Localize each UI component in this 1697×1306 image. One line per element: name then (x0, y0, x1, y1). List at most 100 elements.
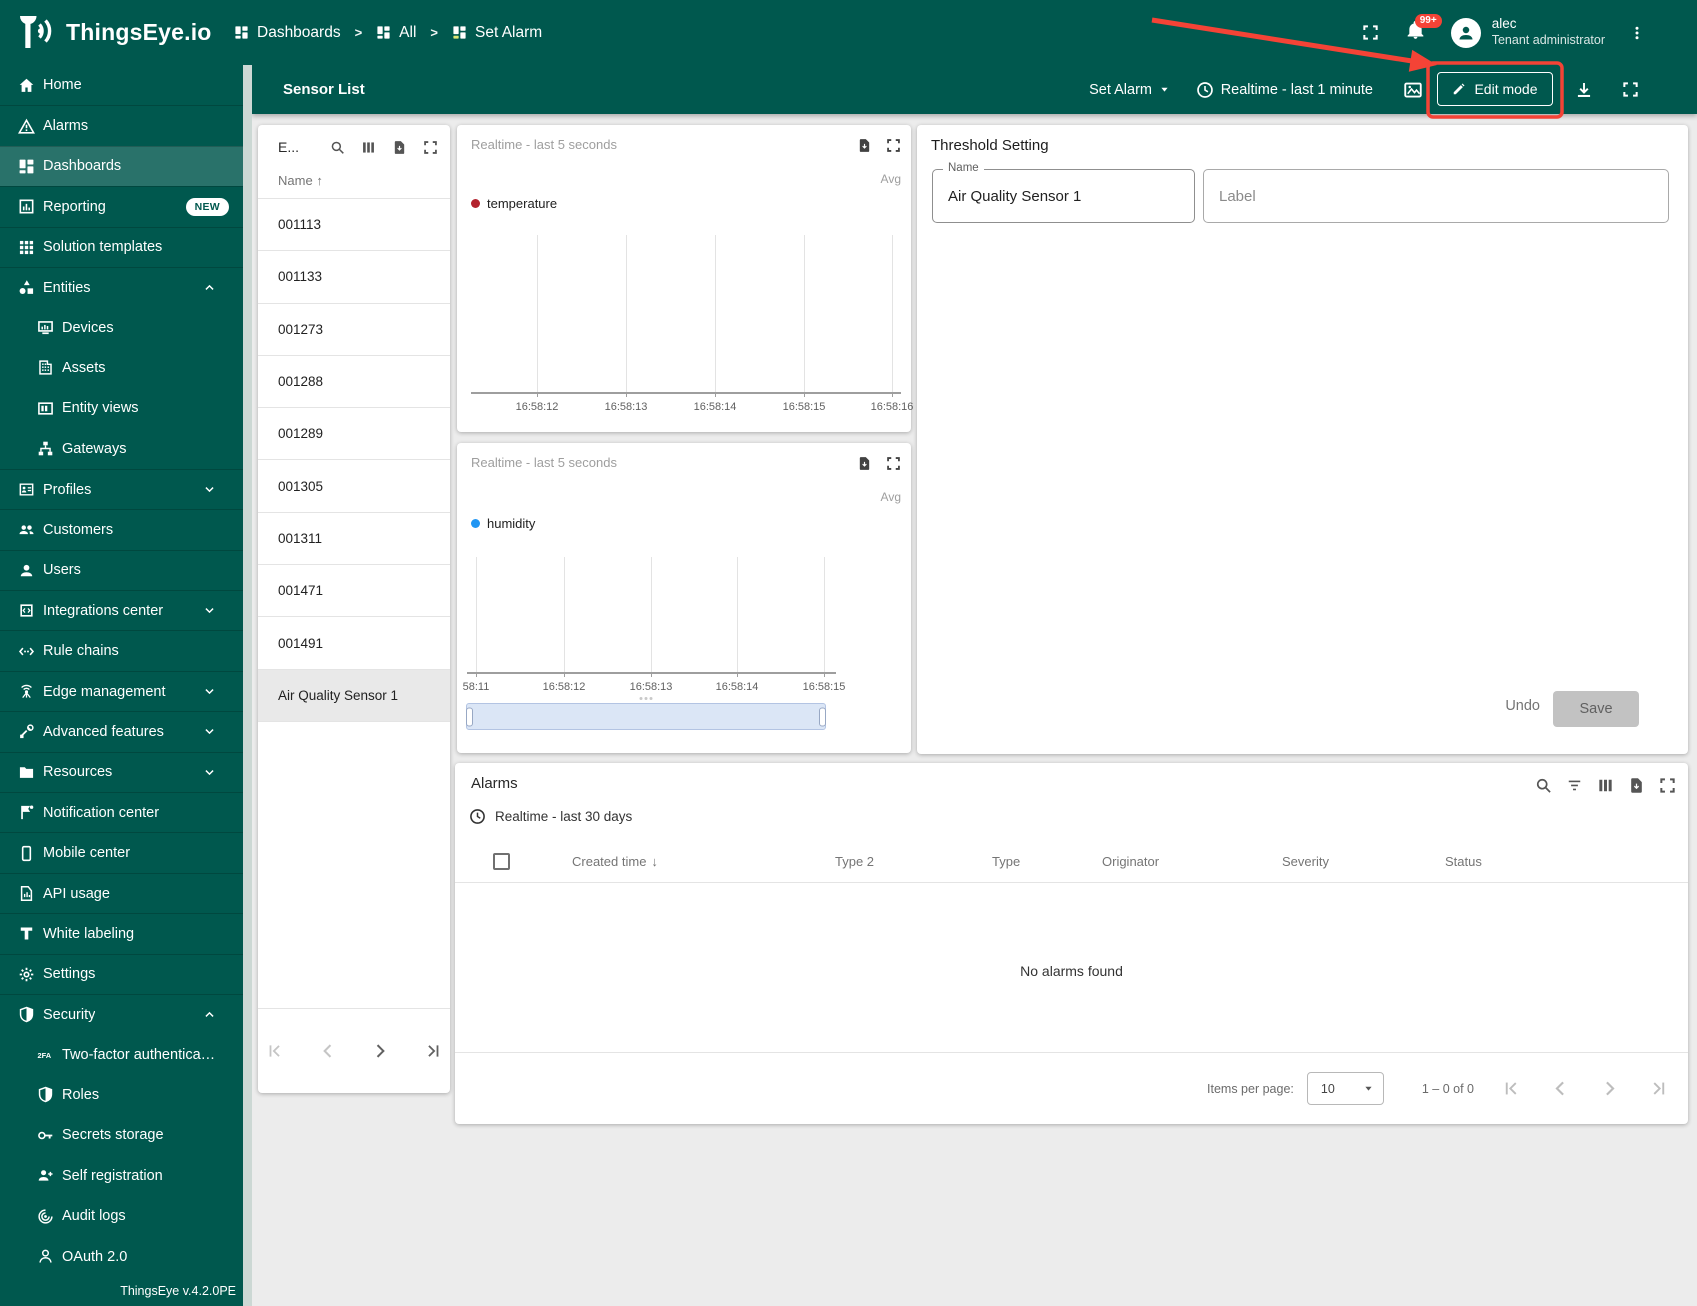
name-field[interactable]: Name Air Quality Sensor 1 (932, 162, 1195, 223)
sidebar-item-white-labeling[interactable]: White labeling (0, 913, 243, 953)
entity-row-selected[interactable]: Air Quality Sensor 1 (258, 669, 450, 722)
legend-humidity[interactable]: humidity (471, 516, 535, 531)
sidebar-item-mobile-center[interactable]: Mobile center (0, 832, 243, 872)
name-column-header[interactable]: Name ↑ (258, 165, 450, 199)
fullscreen-icon[interactable] (423, 140, 438, 155)
user-menu[interactable]: alec Tenant administrator (1492, 16, 1605, 49)
label-field-placeholder: Label (1219, 187, 1256, 205)
entity-row[interactable]: 001471 (258, 565, 450, 618)
sidebar-item-alarms[interactable]: Alarms (0, 105, 243, 145)
sidebar-item-audit-logs[interactable]: Audit logs (0, 1196, 243, 1236)
sidebar-item-users[interactable]: Users (0, 549, 243, 590)
sidebar-item-settings[interactable]: Settings (0, 953, 243, 994)
sidebar-item-home[interactable]: Home (0, 65, 243, 105)
timewindow-button[interactable]: Realtime - last 1 minute (1196, 81, 1373, 99)
fullscreen-icon[interactable] (886, 138, 901, 153)
alarms-timewindow-button[interactable]: Realtime - last 30 days (469, 808, 632, 825)
legend-temperature[interactable]: temperature (471, 196, 557, 211)
sidebar-item-self-registration[interactable]: Self registration (0, 1156, 243, 1196)
prev-page-icon[interactable] (1551, 1079, 1570, 1098)
sidebar-item-notification-center[interactable]: Notification center (0, 792, 243, 832)
toolbar-fullscreen-button[interactable] (1622, 81, 1639, 98)
entity-row[interactable]: 001305 (258, 460, 450, 513)
export-file-icon[interactable] (1628, 777, 1645, 794)
breadcrumb-dashboards[interactable]: Dashboards (234, 24, 341, 42)
sidebar-item-roles[interactable]: Roles (0, 1075, 243, 1115)
column-header-originator[interactable]: Originator (1102, 854, 1159, 869)
avatar[interactable] (1450, 17, 1481, 48)
fullscreen-icon[interactable] (1659, 777, 1676, 794)
sidebar-item-rule-chains[interactable]: Rule chains (0, 630, 243, 670)
sidebar-item-integrations-center[interactable]: Integrations center (0, 590, 243, 630)
entity-row[interactable]: 001288 (258, 356, 450, 409)
sidebar-item-entity-views[interactable]: Entity views (0, 388, 243, 428)
sidebar-item-entities[interactable]: Entities (0, 266, 243, 307)
export-dashboard-button[interactable] (1575, 81, 1593, 99)
fullscreen-icon[interactable] (1362, 24, 1379, 41)
sidebar-item-label: Resources (43, 764, 113, 781)
column-header-created-time[interactable]: Created time ↓ (572, 854, 658, 869)
sidebar-item-secrets-storage[interactable]: Secrets storage (0, 1115, 243, 1155)
sidebar-item-security[interactable]: Security (0, 993, 243, 1034)
range-handle-right[interactable] (819, 707, 826, 726)
undo-button[interactable]: Undo (1505, 698, 1540, 714)
column-header-status[interactable]: Status (1445, 854, 1482, 869)
column-header-type[interactable]: Type (992, 854, 1020, 869)
edit-mode-button[interactable]: Edit mode (1437, 72, 1553, 106)
sidebar-item-profiles[interactable]: Profiles (0, 468, 243, 509)
sidebar-item-advanced-features[interactable]: Advanced features (0, 711, 243, 751)
entity-row[interactable]: 001491 (258, 617, 450, 670)
sidebar-item-api-usage[interactable]: API usage (0, 872, 243, 913)
fullscreen-icon[interactable] (886, 456, 901, 471)
entity-row[interactable]: 001113 (258, 199, 450, 252)
column-header-type-2[interactable]: Type 2 (835, 854, 874, 869)
filter-icon[interactable] (1566, 777, 1583, 794)
export-file-icon[interactable] (857, 456, 872, 471)
chevron-up-icon (203, 281, 216, 294)
entity-row[interactable]: 001311 (258, 513, 450, 566)
next-page-icon[interactable] (1600, 1079, 1619, 1098)
sidebar-item-dashboards[interactable]: Dashboards (0, 145, 243, 187)
column-header-severity[interactable]: Severity (1282, 854, 1329, 869)
entity-row[interactable]: 001289 (258, 408, 450, 461)
dashboard-state-button[interactable]: Set Alarm (1089, 82, 1170, 98)
range-handle-left[interactable] (466, 707, 473, 726)
page-size-select[interactable]: 10 (1306, 1072, 1384, 1105)
first-page-icon[interactable] (1502, 1079, 1521, 1098)
export-file-icon[interactable] (857, 138, 872, 153)
search-icon[interactable] (1535, 777, 1552, 794)
sidebar-item-label: Users (43, 562, 81, 579)
sidebar-item-edge-management[interactable]: Edge management (0, 670, 243, 711)
sidebar-item-resources[interactable]: Resources (0, 751, 243, 792)
next-page-icon[interactable] (371, 1042, 389, 1060)
sidebar-item-reporting[interactable]: Reporting NEW (0, 186, 243, 226)
select-all-checkbox[interactable] (493, 853, 510, 870)
sidebar-item-assets[interactable]: Assets (0, 348, 243, 388)
notifications-button[interactable]: 99+ (1406, 13, 1442, 45)
kebab-menu-icon[interactable] (1629, 25, 1645, 41)
export-file-icon[interactable] (392, 140, 407, 155)
sidebar-item-oauth-2-0[interactable]: OAuth 2.0 (0, 1236, 243, 1276)
sidebar-item-customers[interactable]: Customers (0, 509, 243, 549)
sidebar-item-two-factor-authenticati[interactable]: 2FA Two-factor authenticati… (0, 1034, 243, 1074)
columns-icon[interactable] (361, 140, 376, 155)
breadcrumb-all[interactable]: All (376, 24, 416, 42)
columns-icon[interactable] (1597, 777, 1614, 794)
prev-page-icon[interactable] (319, 1042, 337, 1060)
first-page-icon[interactable] (266, 1042, 284, 1060)
sidebar-item-solution-templates[interactable]: Solution templates (0, 226, 243, 267)
last-page-icon[interactable] (1649, 1079, 1668, 1098)
last-page-icon[interactable] (424, 1042, 442, 1060)
sidebar-item-devices[interactable]: Devices (0, 307, 243, 347)
label-field[interactable]: Label (1203, 169, 1669, 223)
x-tick-label: 58:11 (462, 681, 490, 693)
app-logo[interactable]: ThingsEye.io (0, 12, 252, 54)
entity-row[interactable]: 001273 (258, 304, 450, 356)
breadcrumb-set-alarm[interactable]: Set Alarm (452, 24, 542, 42)
search-icon[interactable] (330, 140, 345, 155)
dashboard-image-button[interactable] (1403, 80, 1423, 100)
save-button[interactable]: Save (1553, 691, 1639, 727)
time-range-selector[interactable] (466, 697, 826, 730)
entity-row[interactable]: 001133 (258, 251, 450, 304)
sidebar-item-gateways[interactable]: Gateways (0, 429, 243, 469)
